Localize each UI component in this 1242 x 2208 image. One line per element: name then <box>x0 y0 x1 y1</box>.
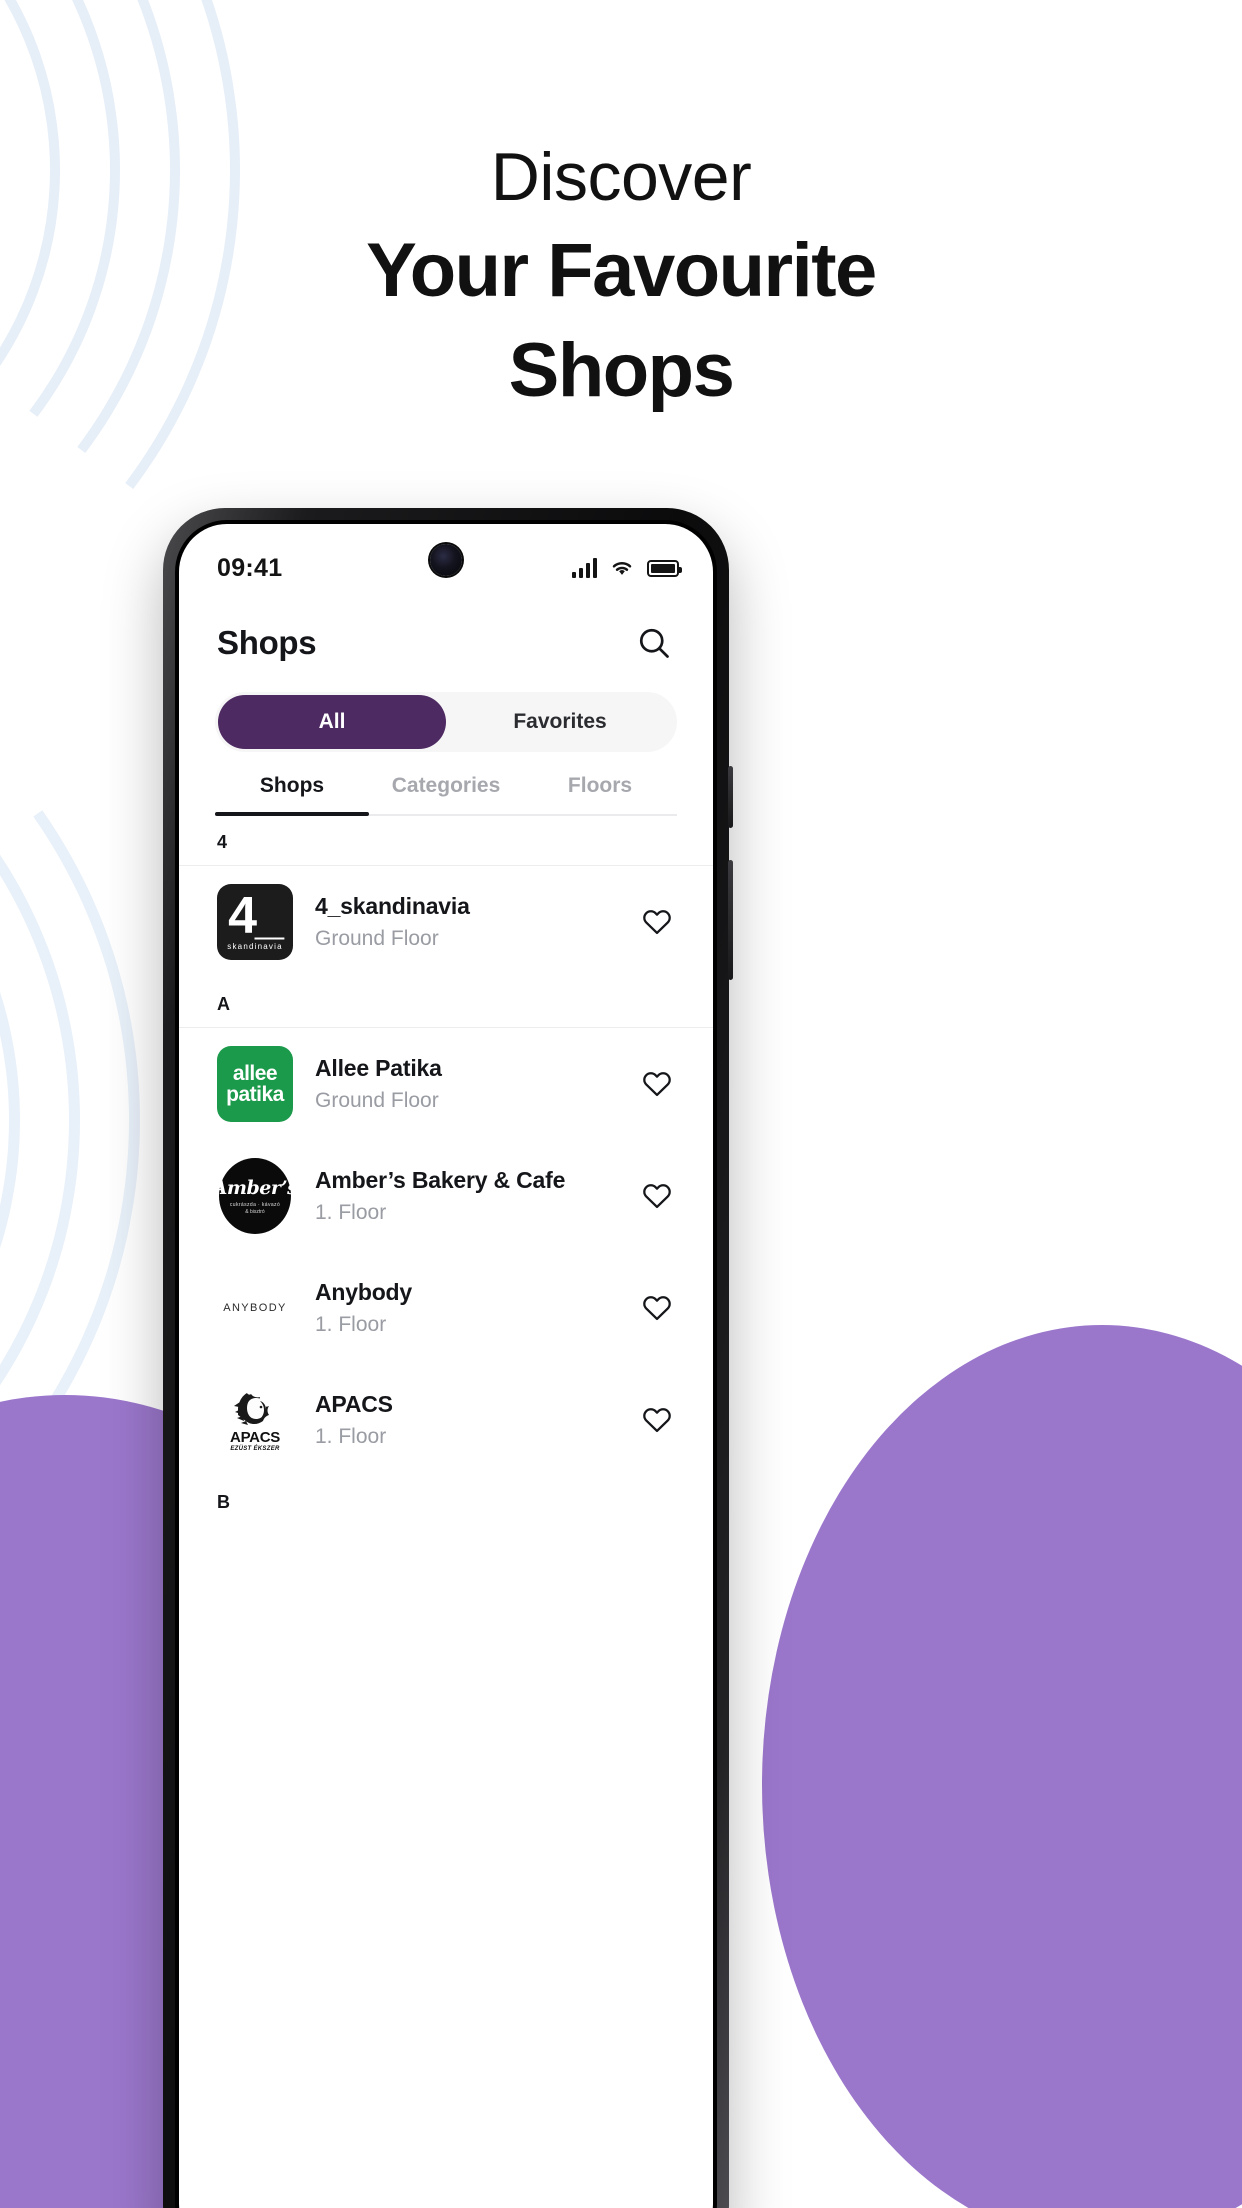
list-item-text: APACS 1. Floor <box>315 1391 615 1449</box>
list-item-text: Anybody 1. Floor <box>315 1279 615 1337</box>
shop-floor: Ground Floor <box>315 1089 439 1112</box>
favorite-button[interactable] <box>637 1400 677 1440</box>
headline-line-2: Your Favourite <box>366 228 877 314</box>
promo-headline: Discover Your Favourite Shops <box>0 138 1242 416</box>
shop-logo-text: ANYBODY <box>223 1302 287 1314</box>
search-icon <box>639 628 669 658</box>
status-bar-icons <box>572 558 682 578</box>
page-title: Shops <box>217 624 317 661</box>
shop-logo-script: Amber’s <box>217 1177 293 1199</box>
shop-list[interactable]: 4 4_ skandinavia 4_skandinavia Ground Fl… <box>179 816 713 1535</box>
shop-logo-oval: Amber’s cukrászda · kávazó & bisztró <box>217 1158 293 1234</box>
status-bar-time: 09:41 <box>217 553 283 582</box>
headline-line-1: Discover <box>490 139 752 215</box>
list-item-text: Amber’s Bakery & Cafe 1. Floor <box>315 1167 615 1225</box>
shop-floor: 1. Floor <box>315 1313 387 1336</box>
shop-floor: Ground Floor <box>315 927 439 950</box>
battery-full-icon <box>647 559 682 577</box>
shop-logo-anybody: ANYBODY <box>217 1270 293 1346</box>
heart-outline-icon <box>643 1408 671 1433</box>
list-item[interactable]: 4_ skandinavia 4_skandinavia Ground Floo… <box>179 866 713 978</box>
shop-logo-4-skandinavia: 4_ skandinavia <box>217 884 293 960</box>
section-header: 4 <box>217 832 228 852</box>
section-header: A <box>217 994 230 1014</box>
shop-name: 4_skandinavia <box>315 893 470 919</box>
segment-all[interactable]: All <box>218 695 446 749</box>
tab-floors[interactable]: Floors <box>523 774 677 814</box>
phone-screen: 09:41 Shops All Favorites Shops Categori… <box>179 524 713 2208</box>
list-item[interactable]: Amber’s cukrászda · kávazó & bisztró Amb… <box>179 1140 713 1252</box>
favorite-button[interactable] <box>637 1064 677 1104</box>
favorite-button[interactable] <box>637 902 677 942</box>
shop-logo-line-1: allee <box>232 1062 278 1085</box>
heart-outline-icon <box>643 1072 671 1097</box>
favorite-button[interactable] <box>637 1288 677 1328</box>
shop-logo-caption: skandinavia <box>227 941 283 951</box>
phone-volume-button <box>728 766 733 828</box>
list-item-text: 4_skandinavia Ground Floor <box>315 893 615 951</box>
list-item[interactable]: allee patika Allee Patika Ground Floor <box>179 1028 713 1140</box>
shop-logo-text: 4_ <box>228 887 284 946</box>
app-header: Shops <box>179 594 713 674</box>
shop-logo-line-2: patika <box>226 1083 284 1106</box>
shop-name: Anybody <box>315 1279 412 1305</box>
shop-floor: 1. Floor <box>315 1201 387 1224</box>
shop-logo-tagline-1: cukrászda · kávazó <box>229 1202 281 1208</box>
section-header: B <box>217 1492 230 1512</box>
tab-categories[interactable]: Categories <box>369 774 523 814</box>
favorite-button[interactable] <box>637 1176 677 1216</box>
heart-outline-icon <box>643 1184 671 1209</box>
shop-name: Amber’s Bakery & Cafe <box>315 1167 566 1193</box>
heart-outline-icon <box>643 910 671 935</box>
chief-head-icon <box>234 1393 269 1425</box>
shop-logo-allee-patika: allee patika <box>217 1046 293 1122</box>
heart-outline-icon <box>643 1296 671 1321</box>
cellular-signal-icon <box>572 558 597 578</box>
shop-logo-wordmark: APACS <box>230 1429 280 1446</box>
status-bar: 09:41 <box>179 524 713 594</box>
shop-name: Allee Patika <box>315 1055 442 1081</box>
shop-name: APACS <box>315 1391 393 1417</box>
phone-power-button <box>728 860 733 980</box>
search-button[interactable] <box>631 620 677 666</box>
shop-logo-ambers-bakery: Amber’s cukrászda · kávazó & bisztró <box>217 1158 293 1234</box>
phone-bezel: 09:41 Shops All Favorites Shops Categori… <box>175 520 717 2208</box>
tab-bar[interactable]: Shops Categories Floors <box>215 774 677 816</box>
tab-shops[interactable]: Shops <box>215 774 369 816</box>
shop-logo-apacs: APACS EZÜST ÉKSZER <box>217 1382 293 1458</box>
wifi-icon <box>612 562 632 575</box>
segment-favorites[interactable]: Favorites <box>446 695 674 749</box>
list-item[interactable]: ANYBODY Anybody 1. Floor <box>179 1252 713 1364</box>
shop-logo-tagline-2: & bisztró <box>245 1209 265 1215</box>
headline-line-3: Shops <box>508 327 735 413</box>
list-item[interactable]: APACS EZÜST ÉKSZER APACS 1. Floor <box>179 1364 713 1476</box>
purple-blob-right <box>762 1325 1242 2208</box>
segmented-control[interactable]: All Favorites <box>215 692 677 752</box>
shop-floor: 1. Floor <box>315 1425 387 1448</box>
shop-logo-subtitle: EZÜST ÉKSZER <box>230 1446 280 1452</box>
front-camera-punch-hole <box>430 544 462 576</box>
phone-mockup: 09:41 Shops All Favorites Shops Categori… <box>163 508 733 2208</box>
list-item-text: Allee Patika Ground Floor <box>315 1055 615 1113</box>
